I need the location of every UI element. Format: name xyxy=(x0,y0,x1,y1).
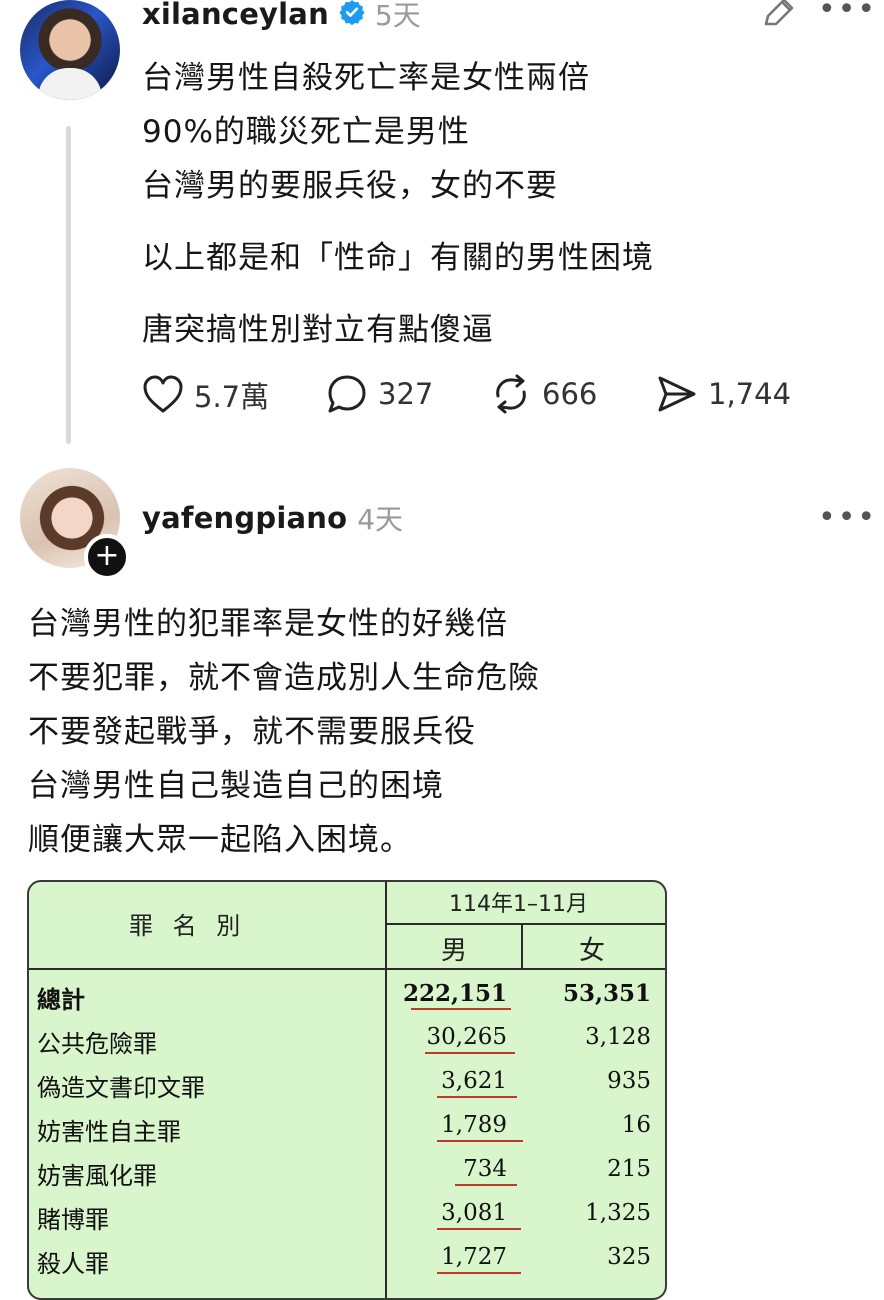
crime-name: 公共危險罪 xyxy=(37,1030,157,1058)
header-period: 114年1–11月 xyxy=(449,892,588,917)
reply-line: 不要犯罪，就不會造成別人生命危險 xyxy=(28,660,540,696)
crime-name: 殺人罪 xyxy=(37,1250,109,1278)
reply-header: yafengpiano 4天 xyxy=(142,498,403,538)
male-count: 3,081 xyxy=(441,1200,507,1226)
highlight-underline xyxy=(437,1096,517,1098)
crime-name: 妨害性自主罪 xyxy=(37,1118,181,1146)
like-count: 5.7萬 xyxy=(194,380,270,414)
highlight-underline xyxy=(455,1184,517,1186)
female-count: 935 xyxy=(607,1068,651,1094)
thread-connector xyxy=(66,126,71,444)
repost-icon xyxy=(490,374,532,414)
male-count: 1,727 xyxy=(441,1244,507,1270)
table-divider xyxy=(29,968,665,970)
verified-icon xyxy=(339,0,365,29)
heart-icon xyxy=(142,375,184,415)
reply-line: 台灣男性的犯罪率是女性的好幾倍 xyxy=(28,606,508,642)
post-timestamp: 5天 xyxy=(374,0,421,32)
like-button[interactable]: 5.7萬 xyxy=(142,374,269,416)
crime-name: 總計 xyxy=(37,986,85,1014)
highlight-underline xyxy=(437,1228,521,1230)
post-line: 90%的職災死亡是男性 xyxy=(142,114,470,150)
reply-line: 不要發起戰爭，就不需要服兵役 xyxy=(28,714,476,750)
header-crime-category: 罪 名 別 xyxy=(129,912,247,940)
comment-count: 327 xyxy=(378,377,434,411)
reply-line: 台灣男性自己製造自己的困境 xyxy=(28,768,444,804)
crime-name: 偽造文書印文罪 xyxy=(37,1074,205,1102)
reply-username[interactable]: yafengpiano xyxy=(142,501,347,535)
crime-statistics-table: 罪 名 別 114年1–11月 男 女 總計 222,151 53,351 公共… xyxy=(27,880,667,1300)
female-count: 53,351 xyxy=(562,980,651,1007)
post-line: 以上都是和「性命」有關的男性困境 xyxy=(142,240,654,276)
share-icon xyxy=(656,374,698,414)
reply-timestamp: 4天 xyxy=(357,503,404,536)
table-divider xyxy=(385,882,387,1298)
share-count: 1,744 xyxy=(708,377,792,411)
repost-button[interactable]: 666 xyxy=(490,374,597,414)
highlight-underline xyxy=(437,1140,523,1142)
comment-button[interactable]: 327 xyxy=(326,374,433,414)
female-count: 16 xyxy=(621,1112,651,1138)
comment-icon xyxy=(326,374,368,414)
table-divider xyxy=(521,923,523,969)
female-count: 325 xyxy=(607,1244,651,1270)
male-count: 3,621 xyxy=(441,1068,507,1094)
male-count: 734 xyxy=(463,1156,507,1182)
more-icon[interactable]: ••• xyxy=(818,500,877,535)
post-header: xilanceylan 5天 xyxy=(142,0,421,34)
male-count: 1,789 xyxy=(441,1112,507,1138)
table-divider xyxy=(387,923,665,925)
edit-icon[interactable] xyxy=(760,0,796,34)
repost-count: 666 xyxy=(542,377,598,411)
post-line: 唐突搞性別對立有點傻逼 xyxy=(142,312,494,348)
header-female: 女 xyxy=(579,936,606,966)
more-icon[interactable]: ••• xyxy=(818,0,877,27)
header-male: 男 xyxy=(441,936,468,966)
post-line: 台灣男的要服兵役，女的不要 xyxy=(142,168,558,204)
share-button[interactable]: 1,744 xyxy=(656,374,791,414)
male-count: 222,151 xyxy=(402,980,507,1007)
avatar[interactable] xyxy=(20,0,120,100)
reply-line: 順便讓大眾一起陷入困境。 xyxy=(28,822,412,858)
crime-name: 賭博罪 xyxy=(37,1206,109,1234)
highlight-underline xyxy=(411,1008,511,1010)
follow-icon[interactable]: + xyxy=(84,534,130,580)
highlight-underline xyxy=(425,1052,515,1054)
crime-name: 妨害風化罪 xyxy=(37,1162,157,1190)
post-line: 台灣男性自殺死亡率是女性兩倍 xyxy=(142,60,590,96)
female-count: 215 xyxy=(607,1156,651,1182)
female-count: 3,128 xyxy=(585,1024,651,1050)
highlight-underline xyxy=(437,1272,521,1274)
male-count: 30,265 xyxy=(426,1024,507,1050)
post-username[interactable]: xilanceylan xyxy=(142,0,329,31)
female-count: 1,325 xyxy=(585,1200,651,1226)
